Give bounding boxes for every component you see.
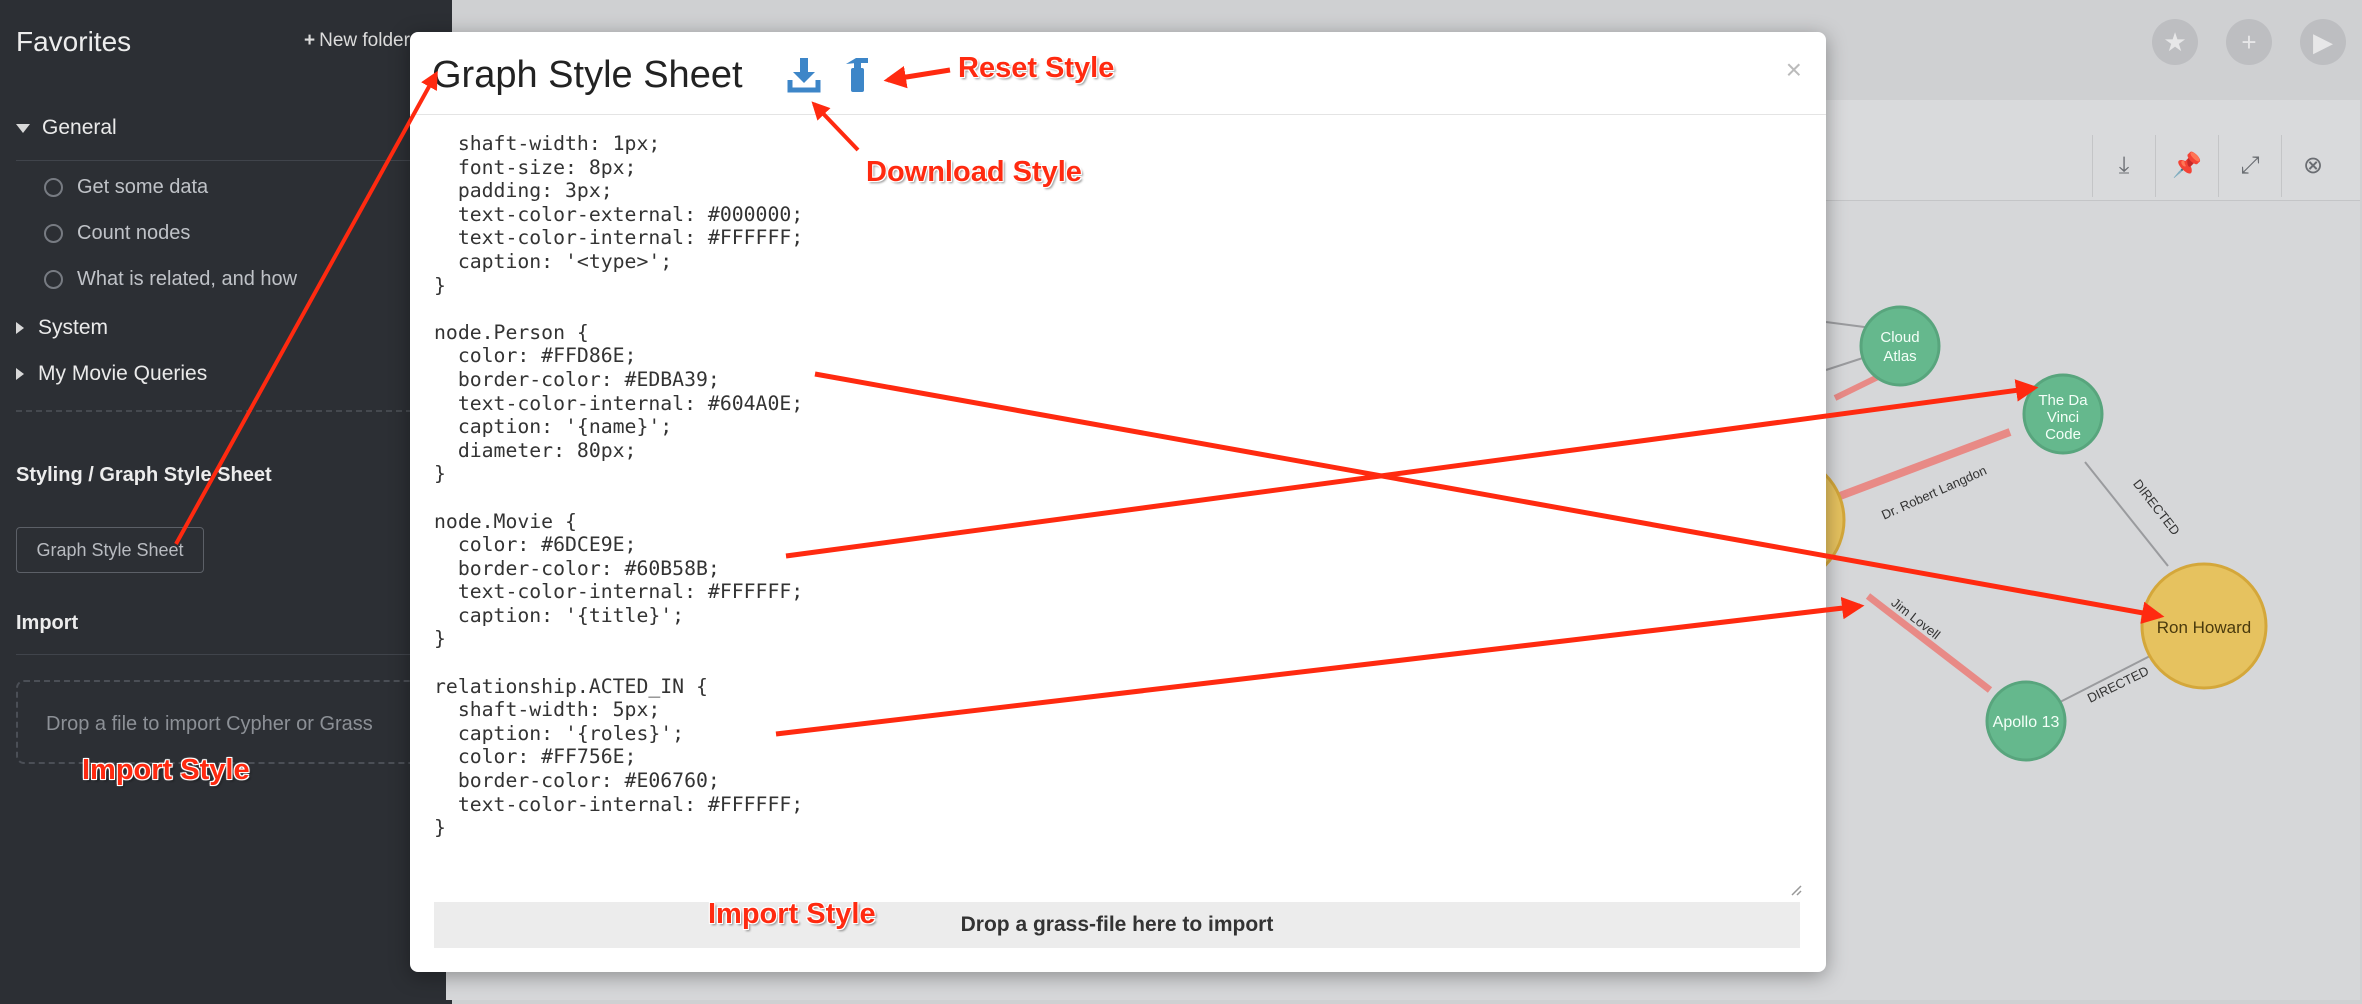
download-style-icon[interactable] bbox=[786, 54, 822, 94]
resize-handle-icon[interactable] bbox=[1790, 884, 1802, 896]
movie-node-cloud-atlas[interactable] bbox=[1859, 305, 1941, 387]
node-label: Cloud bbox=[1880, 329, 1919, 346]
annotation-reset-style: Reset Style bbox=[958, 52, 1115, 84]
reset-style-icon[interactable] bbox=[840, 54, 876, 94]
stylesheet-editor[interactable]: shaft-width: 1px; font-size: 8px; paddin… bbox=[434, 132, 1794, 922]
node-label: The Da bbox=[2038, 392, 2088, 409]
divider bbox=[410, 114, 1826, 115]
acted-in-relationship bbox=[1838, 428, 2012, 500]
close-icon[interactable]: × bbox=[1786, 54, 1802, 86]
acted-in-relationship bbox=[1865, 593, 1993, 693]
node-label: Code bbox=[2045, 426, 2081, 443]
node-label: Vinci bbox=[2047, 409, 2079, 426]
acted-in-relationship bbox=[1833, 373, 1882, 401]
graph-style-sheet-dialog: Graph Style Sheet × shaft-width: 1px; fo… bbox=[410, 32, 1826, 972]
grass-file-drop-zone[interactable]: Drop a grass-file here to import bbox=[434, 902, 1800, 948]
dialog-title: Graph Style Sheet bbox=[432, 54, 743, 96]
node-label: Atlas bbox=[1883, 348, 1916, 365]
annotation-import-style-modal: Import Style bbox=[708, 898, 876, 930]
node-label: Ron Howard bbox=[2157, 618, 2252, 637]
annotation-import-style-sidebar: Import Style bbox=[82, 754, 250, 786]
node-label: Apollo 13 bbox=[1993, 714, 2060, 731]
annotation-download-style: Download Style bbox=[866, 156, 1082, 188]
